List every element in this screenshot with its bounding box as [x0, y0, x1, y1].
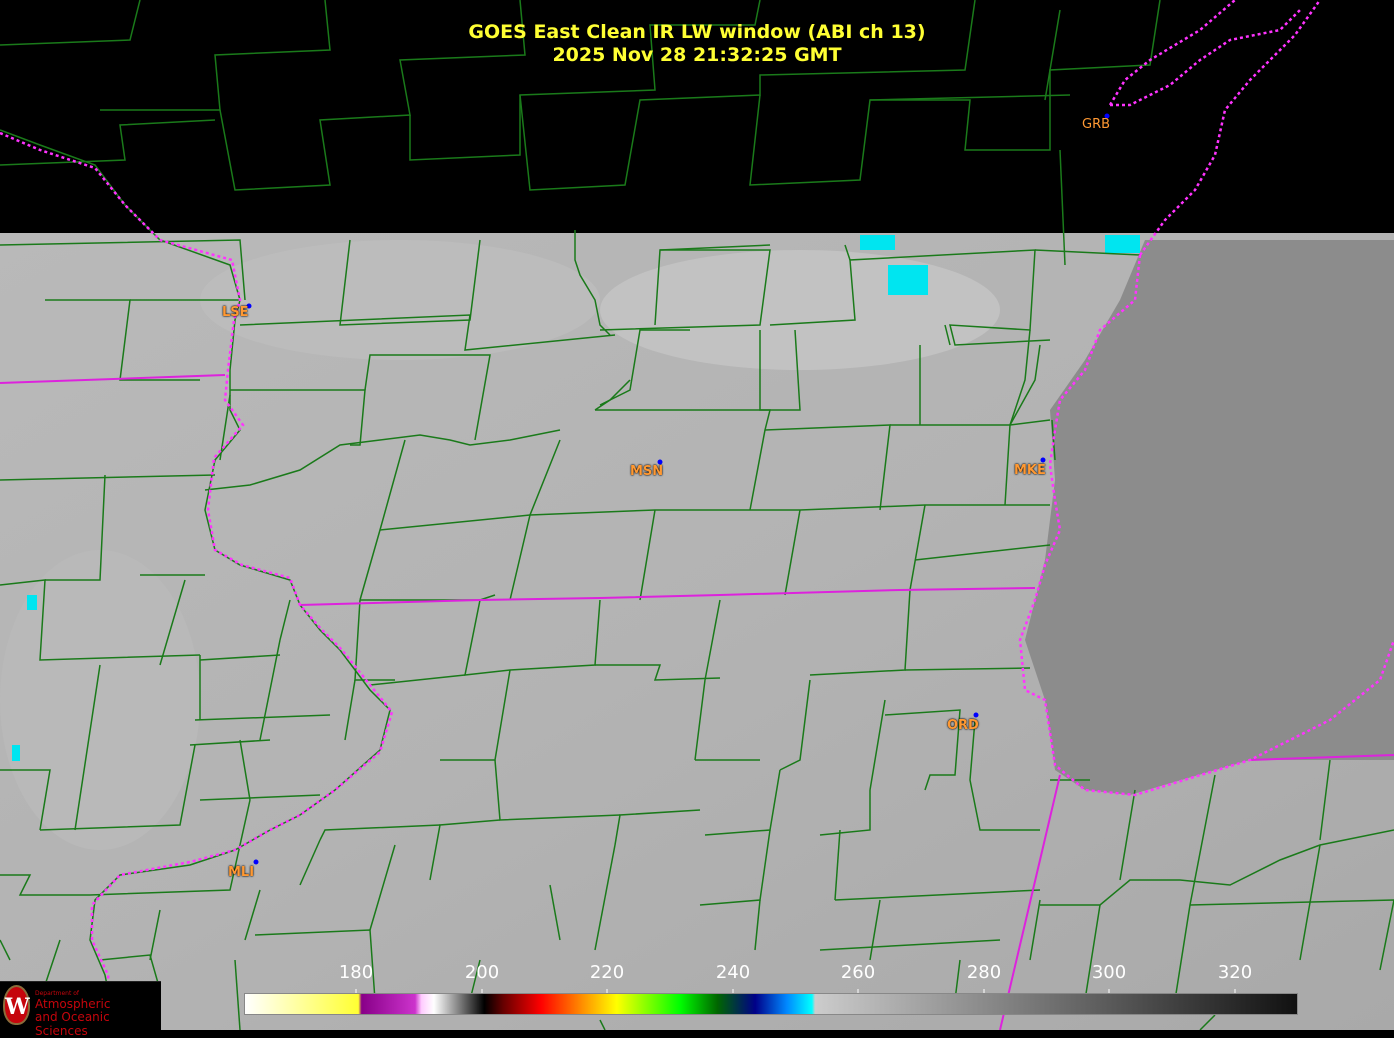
colorbar-tick: 240: [715, 962, 751, 983]
logo-line-2: and Oceanic Sciences: [35, 1010, 110, 1038]
colorbar-tick: 280: [966, 962, 1002, 983]
uw-shield-icon: W: [3, 985, 30, 1025]
logo-line-1: Atmospheric: [35, 997, 111, 1011]
station-label-ord: ORD: [947, 718, 979, 733]
colorbar-tick: 220: [589, 962, 625, 983]
station-label-lse: LSE: [222, 305, 249, 320]
station-label-grb: GRB: [1082, 117, 1111, 132]
station-label-msn: MSN: [630, 464, 664, 479]
aos-logo: W Department of Atmospheric and Oceanic …: [0, 981, 161, 1038]
temperature-colorbar: [244, 993, 1298, 1015]
colorbar-tick: 300: [1091, 962, 1127, 983]
station-label-mke: MKE: [1014, 463, 1046, 478]
colorbar-tick: 260: [840, 962, 876, 983]
colorbar-tick: 180: [338, 962, 374, 983]
colorbar-tick: 200: [464, 962, 500, 983]
title-line-1: GOES East Clean IR LW window (ABI ch 13): [468, 21, 926, 43]
colorbar-tick: 320: [1217, 962, 1253, 983]
station-label-mli: MLI: [228, 865, 255, 880]
title-line-2: 2025 Nov 28 21:32:25 GMT: [552, 44, 842, 66]
logo-department: Department of: [35, 990, 79, 997]
satellite-map: [0, 0, 1394, 1030]
